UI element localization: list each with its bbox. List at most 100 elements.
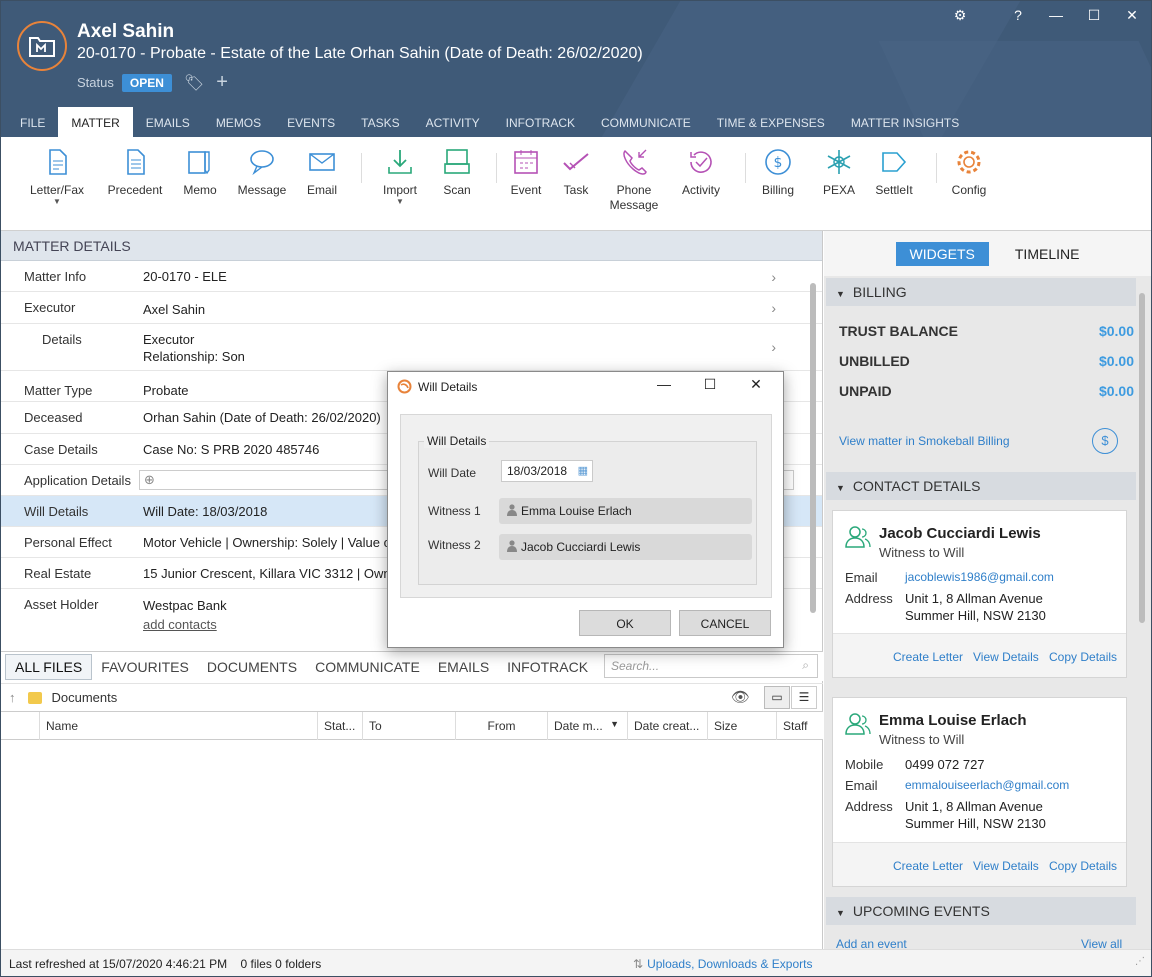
will-date-input[interactable]: 18/03/2018 ▦ — [501, 460, 593, 482]
preview-eye-icon[interactable]: 👁 — [731, 688, 750, 706]
search-icon[interactable]: ⌕ — [802, 658, 809, 673]
column-date-created[interactable]: Date creat... — [627, 712, 707, 740]
tab-documents[interactable]: DOCUMENTS — [198, 655, 306, 679]
column-from[interactable]: From — [455, 712, 547, 740]
path-documents[interactable]: Documents — [52, 690, 118, 705]
scrollbar-thumb[interactable] — [1139, 293, 1145, 623]
contact-email-link[interactable]: jacoblewis1986@gmail.com — [905, 570, 1054, 584]
tab-time-expenses[interactable]: TIME & EXPENSES — [704, 107, 838, 137]
event-button[interactable]: Event — [497, 137, 555, 230]
add-circle-icon[interactable]: ⊕ — [144, 472, 155, 488]
list-view-icon[interactable]: ☰ — [791, 686, 817, 709]
ok-button[interactable]: OK — [579, 610, 671, 636]
folder-view-icon[interactable]: ▭ — [764, 686, 790, 709]
tab-communicate-docs[interactable]: COMMUNICATE — [306, 655, 429, 679]
column-name[interactable]: Name — [39, 712, 317, 740]
tab-matter-insights[interactable]: MATTER INSIGHTS — [838, 107, 972, 137]
import-button[interactable]: Import ▼ — [362, 137, 438, 230]
billing-row-trust: TRUST BALANCE $0.00 — [839, 323, 1134, 339]
pexa-button[interactable]: PEXA — [810, 137, 868, 230]
tab-favourites[interactable]: FAVOURITES — [92, 655, 198, 679]
billing-dollar-icon[interactable]: $ — [1092, 428, 1118, 454]
tag-icon[interactable]: 🏷 — [184, 73, 204, 93]
tab-infotrack-docs[interactable]: INFOTRACK — [498, 655, 597, 679]
view-details-link[interactable]: View Details — [973, 859, 1039, 873]
copy-details-link[interactable]: Copy Details — [1049, 859, 1117, 873]
column-select[interactable] — [1, 712, 39, 740]
witness-2-name: Jacob Cucciardi Lewis — [521, 540, 641, 554]
close-icon[interactable]: ✕ — [1113, 7, 1151, 24]
details-scrollbar[interactable] — [809, 273, 817, 639]
settleit-button[interactable]: SettleIt — [868, 137, 920, 230]
contact-details-header[interactable]: ▼ CONTACT DETAILS — [826, 472, 1136, 500]
upcoming-events-header[interactable]: ▼ UPCOMING EVENTS — [826, 897, 1136, 925]
tab-emails[interactable]: EMAILS — [133, 107, 203, 137]
task-button[interactable]: Task — [555, 137, 597, 230]
calendar-icon[interactable]: ▦ — [578, 464, 588, 477]
tab-file[interactable]: FILE — [1, 107, 58, 137]
minimize-icon[interactable]: — — [1037, 7, 1075, 24]
contact-name[interactable]: Emma Louise Erlach — [879, 712, 1027, 729]
column-staff[interactable]: Staff — [776, 712, 823, 740]
status-badge[interactable]: OPEN — [121, 73, 172, 92]
tab-emails-docs[interactable]: EMAILS — [429, 655, 498, 679]
contact-mobile[interactable]: 0499 072 727 — [905, 757, 985, 772]
resize-grip-icon[interactable]: ⋰ — [1135, 956, 1145, 967]
letter-fax-button[interactable]: Letter/Fax ▼ — [21, 137, 93, 230]
contact-email-link[interactable]: emmalouiseerlach@gmail.com — [905, 778, 1069, 792]
widgets-scrollbar[interactable] — [1138, 279, 1146, 943]
view-details-link[interactable]: View Details — [973, 650, 1039, 664]
tab-communicate[interactable]: COMMUNICATE — [588, 107, 704, 137]
uploads-link[interactable]: ⇅ Uploads, Downloads & Exports — [633, 957, 812, 971]
tab-activity[interactable]: ACTIVITY — [413, 107, 493, 137]
billing-label: Billing — [761, 183, 794, 197]
tab-timeline[interactable]: TIMELINE — [1015, 246, 1080, 262]
sync-icon: ⇅ — [633, 957, 644, 971]
tab-memos[interactable]: MEMOS — [203, 107, 274, 137]
document-search-input[interactable]: Search... ⌕ — [604, 654, 818, 678]
column-size[interactable]: Size — [707, 712, 776, 740]
help-icon[interactable]: ? — [999, 7, 1037, 24]
witness-1-field[interactable]: Emma Louise Erlach — [499, 498, 752, 524]
copy-details-link[interactable]: Copy Details — [1049, 650, 1117, 664]
billing-button[interactable]: $ Billing — [746, 137, 810, 230]
scan-button[interactable]: Scan — [438, 137, 476, 230]
tab-infotrack[interactable]: INFOTRACK — [493, 107, 588, 137]
tab-matter[interactable]: MATTER — [58, 107, 133, 137]
tab-tasks[interactable]: TASKS — [348, 107, 412, 137]
witness-2-label: Witness 2 — [428, 538, 481, 552]
dialog-close-icon[interactable]: ✕ — [733, 376, 779, 393]
maximize-icon[interactable]: ☐ — [1075, 7, 1113, 24]
tab-widgets[interactable]: WIDGETS — [895, 241, 989, 266]
message-button[interactable]: Message — [223, 137, 301, 230]
column-date-modified[interactable]: Date m... ▼ — [547, 712, 627, 740]
tab-events[interactable]: EVENTS — [274, 107, 348, 137]
email-button[interactable]: Email — [301, 137, 343, 230]
precedent-button[interactable]: Precedent — [93, 137, 177, 230]
detail-row-details[interactable]: Details Executor Relationship: Son › — [1, 324, 822, 371]
scrollbar-thumb[interactable] — [810, 283, 816, 613]
detail-row-matter-info[interactable]: Matter Info 20-0170 - ELE › — [1, 261, 822, 292]
dialog-maximize-icon[interactable]: ☐ — [687, 376, 733, 393]
memo-button[interactable]: Memo — [177, 137, 223, 230]
settings-icon[interactable]: ⚙ — [941, 7, 979, 24]
billing-section-header[interactable]: ▼ BILLING — [826, 278, 1136, 306]
tab-all-files[interactable]: ALL FILES — [5, 653, 93, 680]
column-status[interactable]: Stat... — [317, 712, 362, 740]
phone-message-button[interactable]: Phone Message — [597, 137, 671, 230]
contact-name[interactable]: Jacob Cucciardi Lewis — [879, 525, 1041, 542]
detail-row-executor[interactable]: Executor Axel Sahin › — [1, 292, 822, 324]
config-button[interactable]: Config — [937, 137, 1001, 230]
column-to[interactable]: To — [362, 712, 455, 740]
add-icon[interactable]: + — [216, 71, 228, 94]
dialog-minimize-icon[interactable]: — — [641, 376, 687, 393]
svg-text:$: $ — [774, 155, 783, 171]
witness-2-field[interactable]: Jacob Cucciardi Lewis — [499, 534, 752, 560]
activity-button[interactable]: Activity — [671, 137, 731, 230]
fieldset-legend: Will Details — [424, 434, 490, 448]
view-in-billing-link[interactable]: View matter in Smokeball Billing — [839, 434, 1010, 448]
create-letter-link[interactable]: Create Letter — [893, 650, 963, 664]
cancel-button[interactable]: CANCEL — [679, 610, 771, 636]
create-letter-link[interactable]: Create Letter — [893, 859, 963, 873]
up-arrow-icon[interactable]: ↑ — [9, 690, 16, 705]
